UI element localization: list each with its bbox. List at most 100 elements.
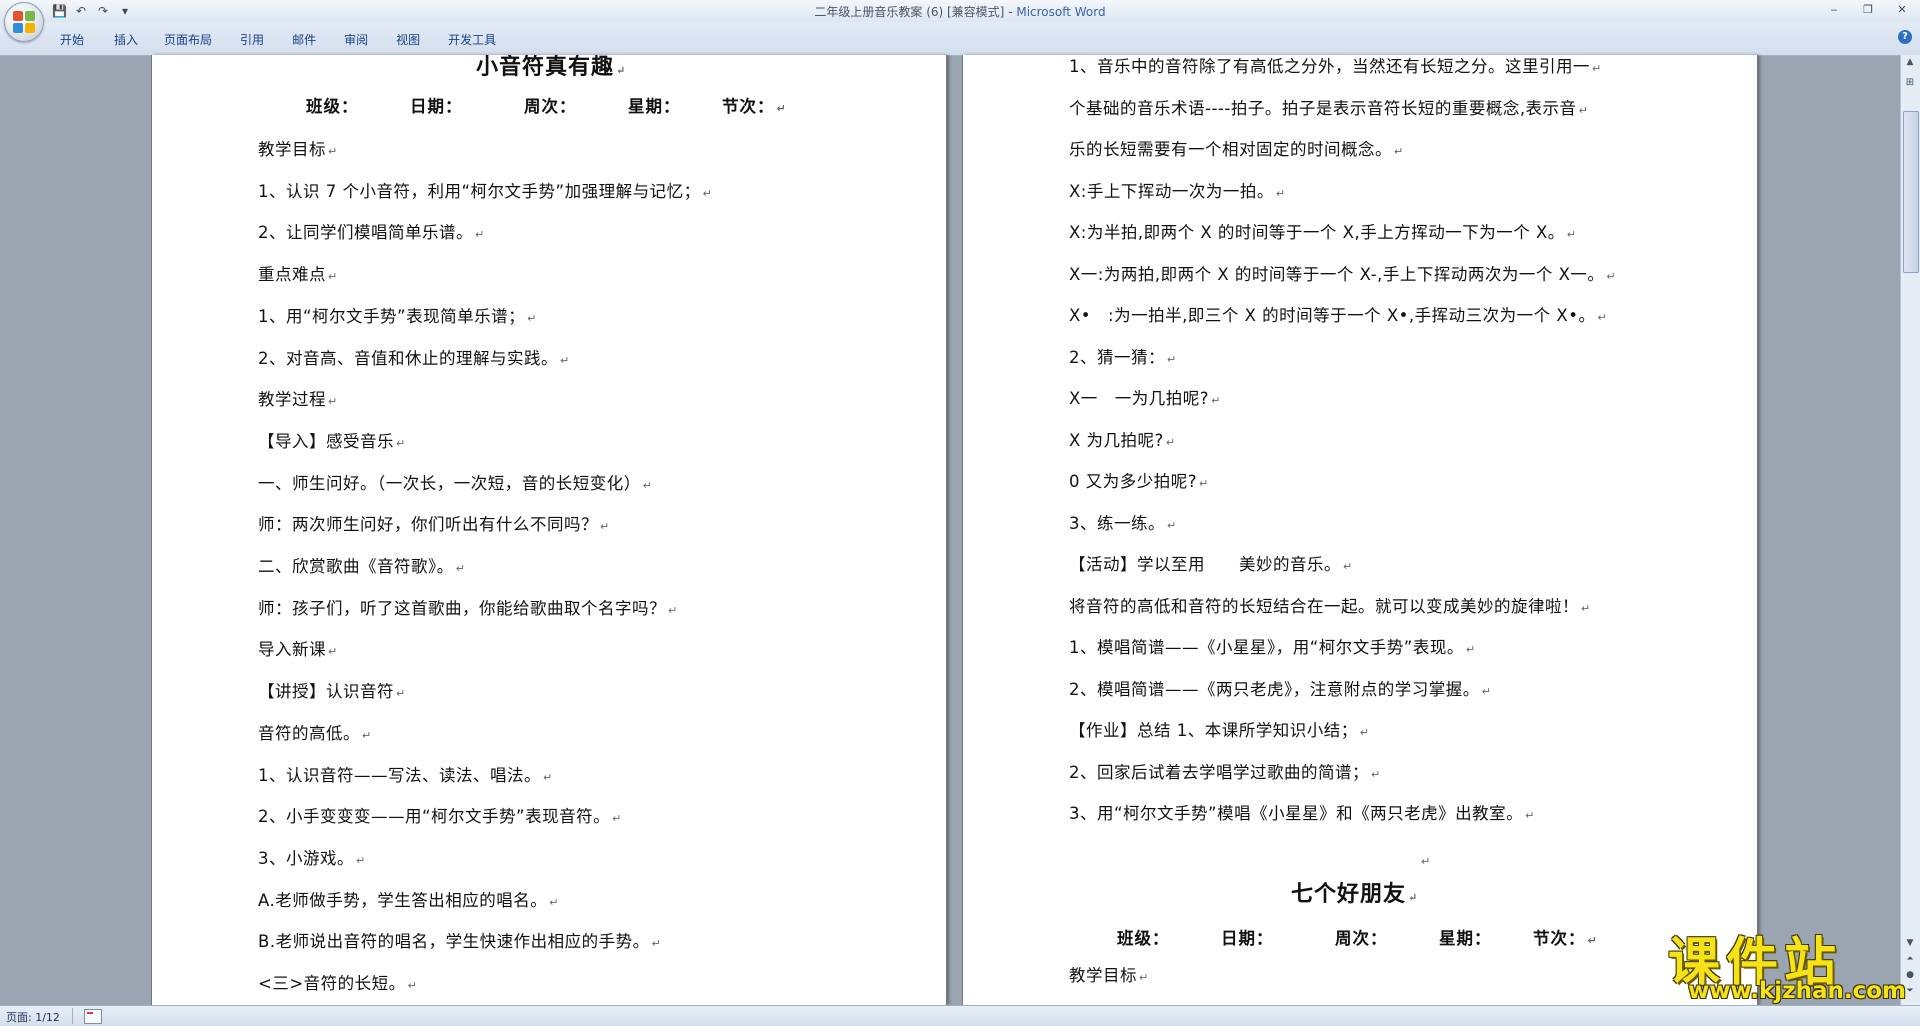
office-button[interactable] <box>4 2 44 42</box>
field-date: 日期： <box>410 97 463 116</box>
line-text: 师：两次师生问好，你们听出有什么不同吗？ <box>258 515 598 535</box>
proofing-icon[interactable] <box>84 1009 102 1024</box>
field-week: 周次： <box>524 97 577 116</box>
line-text: 教学目标 <box>258 140 326 159</box>
text-line: 2、回家后试着去学唱学过歌曲的简谱； ↵ <box>1069 761 1381 785</box>
text-line: X一 一为几拍呢? ↵ <box>1069 387 1221 411</box>
text-line: <三>音符的长短。 ↵ <box>258 972 417 996</box>
text-line: 教学目标 ↵ <box>258 138 338 162</box>
line-text: 重点难点 <box>258 265 326 285</box>
line-text: B.老师说出音符的唱名，学生快速作出相应的手势。 <box>258 932 650 952</box>
text-line: 师：两次师生问好，你们听出有什么不同吗？ ↵ <box>258 513 610 537</box>
text-line: 重点难点 ↵ <box>258 263 338 287</box>
line-text: X:手上下挥动一次为一拍。 <box>1069 181 1274 201</box>
line-text: 2、模唱简谱——《两只老虎》，注意附点的学习掌握。 <box>1069 679 1480 699</box>
line-text: X:为半拍,即两个 X 的时间等于一个 X,手上方挥动一下为一个 X。 <box>1069 223 1565 242</box>
text-line: 0 又为多少拍呢? ↵ <box>1069 470 1209 494</box>
paragraph-mark: ↵ <box>362 728 372 742</box>
text-line: 【作业】总结 1、本课所学知识小结； ↵ <box>1069 719 1369 743</box>
line-text: 3、练一练。 <box>1069 513 1165 533</box>
line-text: 教学过程 <box>258 390 326 410</box>
empty-paragraph: ↵ <box>1419 848 1431 872</box>
office-logo-icon <box>13 11 35 33</box>
help-icon[interactable]: ? <box>1898 30 1912 44</box>
paragraph-mark: ↵ <box>1167 518 1177 532</box>
field-class: 班级： <box>306 97 359 116</box>
text-line: 将音符的高低和音符的长短结合在一起。就可以变成美妙的旋律啦！ ↵ <box>1069 595 1591 619</box>
text-line: 个基础的音乐术语----拍子。拍子是表示音符长短的重要概念,表示音 ↵ <box>1069 97 1588 121</box>
tab-references[interactable]: 引用 <box>240 29 264 50</box>
text-line: 二、欣赏歌曲《音符歌》。 ↵ <box>258 555 465 579</box>
line-text: 1、模唱简谱——《小星星》，用“柯尔文手势”表现。 <box>1069 638 1464 657</box>
paragraph-mark: ↵ <box>1525 809 1535 822</box>
text-line: X:为半拍,即两个 X 的时间等于一个 X,手上方挥动一下为一个 X。 ↵ <box>1069 221 1576 245</box>
text-line: 【导入】感受音乐 ↵ <box>258 430 406 454</box>
watermark-url: www.kjzhan.com <box>1688 978 1906 1004</box>
paragraph-mark: ↵ <box>1592 62 1602 75</box>
line-text: 2、让同学们模唱简单乐谱。 <box>258 223 473 243</box>
tab-view[interactable]: 视图 <box>396 29 420 50</box>
text-line: 3、小游戏。 ↵ <box>258 847 366 871</box>
line-text: 2、猜一猜： <box>1069 347 1165 367</box>
line-text: 导入新课 <box>258 640 326 660</box>
text-line: B.老师说出音符的唱名，学生快速作出相应的手势。 ↵ <box>258 930 661 954</box>
ruler-toggle-icon[interactable]: ⊞ <box>1903 77 1917 101</box>
paragraph-mark: ↵ <box>407 979 418 992</box>
document-page-1[interactable]: 小音符真有趣 ↵ 班级： 日期： 周次： 星期： 节次： ↵ 教学目标 ↵ 1、认识 7 个小音… <box>151 55 947 1005</box>
tab-review[interactable]: 审阅 <box>344 29 368 50</box>
window-title: 二年级上册音乐教案 (6) [兼容模式] - Microsoft Word <box>0 3 1920 20</box>
line-text: 二、欣赏歌曲《音符歌》。 <box>258 557 454 576</box>
tab-page-layout[interactable]: 页面布局 <box>164 29 212 50</box>
paragraph-mark: ↵ <box>328 645 338 659</box>
scroll-up-icon[interactable]: ▲ <box>1903 57 1917 73</box>
tab-mailings[interactable]: 邮件 <box>292 29 316 50</box>
paragraph-mark: ↵ <box>1394 145 1404 158</box>
paragraph-mark: ↵ <box>1597 311 1608 324</box>
tab-home[interactable]: 开始 <box>60 29 84 50</box>
text-line: X• :为一拍半,即三个 X 的时间等于一个 X•,手挥动三次为一个 X•。 ↵ <box>1069 304 1607 328</box>
lesson-header-row: 班级： 日期： 周次： 星期： 节次： ↵ <box>306 95 787 119</box>
line-text: 将音符的高低和音符的长短结合在一起。就可以变成美妙的旋律啦！ <box>1069 596 1579 616</box>
paragraph-mark: ↵ <box>1343 560 1353 573</box>
paragraph-mark: ↵ <box>642 478 653 492</box>
field-date: 日期： <box>1221 929 1274 948</box>
paragraph-mark: ↵ <box>396 436 406 450</box>
tab-developer[interactable]: 开发工具 <box>448 29 496 50</box>
line-text: X一 一为几拍呢? <box>1069 389 1210 408</box>
page-count[interactable]: 页面: 1/12 <box>6 1009 60 1025</box>
paragraph-mark: ↵ <box>1481 684 1492 698</box>
paragraph-mark: ↵ <box>1167 352 1177 366</box>
lesson-title-text: 小音符真有趣 <box>476 55 615 80</box>
close-button[interactable]: ✕ <box>1892 1 1912 19</box>
paragraph-mark: ↵ <box>668 603 678 617</box>
line-text: 2、回家后试着去学唱学过歌曲的简谱； <box>1069 762 1369 782</box>
document-page-2[interactable]: 1、音乐中的音符除了有高低之分外，当然还有长短之分。这里引用一 ↵ 个基础的音乐术语… <box>962 55 1758 1005</box>
text-line: X:手上下挥动一次为一拍。 ↵ <box>1069 180 1286 204</box>
paragraph-mark: ↵ <box>616 64 627 77</box>
paragraph-mark: ↵ <box>328 270 338 284</box>
text-line: 2、让同学们模唱简单乐谱。 ↵ <box>258 221 485 245</box>
ribbon-tabs: 开始 插入 页面布局 引用 邮件 审阅 视图 开发工具 ? <box>0 22 1920 56</box>
paragraph-mark: ↵ <box>1199 477 1209 490</box>
paragraph-mark: ↵ <box>1165 435 1176 449</box>
text-line: 导入新课 ↵ <box>258 638 338 662</box>
tab-insert[interactable]: 插入 <box>114 29 138 50</box>
minimize-button[interactable]: ‒ <box>1824 1 1844 19</box>
text-line: 1、认识 7 个小音符，利用“柯尔文手势”加强理解与记忆； ↵ <box>258 180 712 204</box>
line-text: 【作业】总结 1、本课所学知识小结； <box>1069 721 1358 740</box>
paragraph-mark: ↵ <box>1211 394 1221 407</box>
paragraph-mark: ↵ <box>1139 971 1149 984</box>
paragraph-mark: ↵ <box>1566 228 1577 241</box>
paragraph-mark: ↵ <box>1359 726 1370 739</box>
maximize-button[interactable]: ❐ <box>1858 1 1878 19</box>
line-text: X• :为一拍半,即三个 X 的时间等于一个 X•,手挥动三次为一个 X•。 <box>1069 306 1596 325</box>
text-line: 2、对音高、音值和休止的理解与实践。 ↵ <box>258 347 570 371</box>
paragraph-mark: ↵ <box>612 812 622 826</box>
text-line: 乐的长短需要有一个相对固定的时间概念。 ↵ <box>1069 138 1404 162</box>
paragraph-mark: ↵ <box>1465 643 1476 656</box>
lesson-2-title-text: 七个好朋友 <box>1291 881 1407 907</box>
paragraph-mark: ↵ <box>1371 767 1381 781</box>
paragraph-mark: ↵ <box>776 102 787 115</box>
vertical-scrollbar[interactable]: ▲ ⊞ ▼ ⏶ ● ⏷ <box>1900 55 1920 1005</box>
scroll-thumb[interactable] <box>1903 111 1919 273</box>
